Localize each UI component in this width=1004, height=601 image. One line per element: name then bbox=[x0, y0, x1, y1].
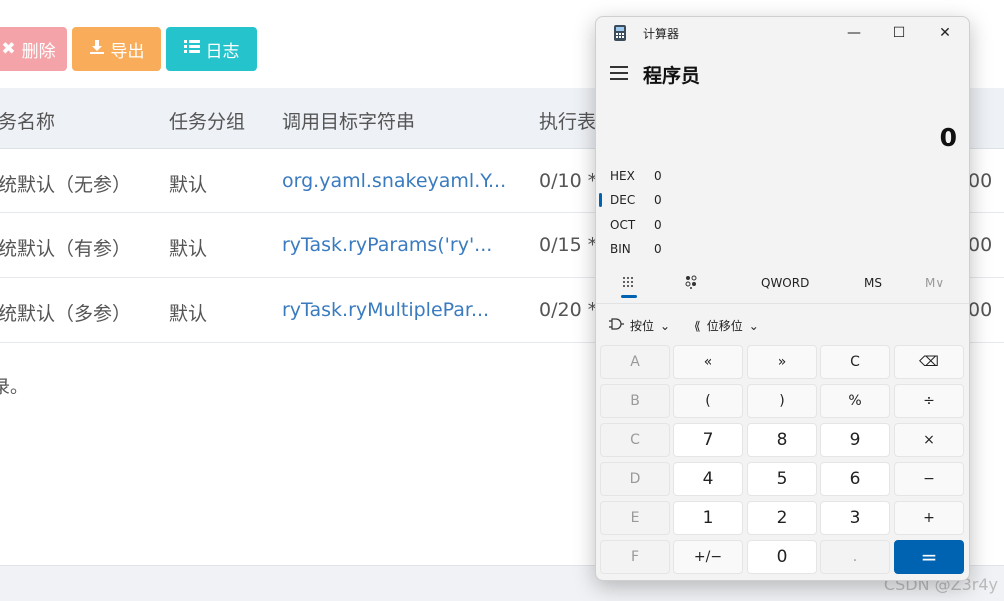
chevron-down-icon: ⌄ bbox=[660, 318, 671, 333]
bitshift-dropdown[interactable]: ⟪ 位移位 ⌄ bbox=[694, 317, 759, 334]
download-icon bbox=[89, 39, 105, 60]
percent-button[interactable]: % bbox=[820, 384, 890, 418]
row3-group: 默认 bbox=[169, 303, 208, 325]
digit-3-button[interactable]: 3 bbox=[820, 501, 890, 535]
equals-button[interactable]: = bbox=[894, 540, 964, 574]
close-paren-button[interactable]: ) bbox=[747, 384, 817, 418]
keypad-icon bbox=[622, 276, 634, 291]
export-button[interactable]: 导出 bbox=[72, 27, 161, 71]
log-label: 日志 bbox=[205, 41, 240, 62]
hex-c-button[interactable]: C bbox=[600, 423, 670, 457]
digit-8-button[interactable]: 8 bbox=[747, 423, 817, 457]
mode-title: 程序员 bbox=[643, 65, 701, 87]
multiply-button[interactable]: × bbox=[894, 423, 964, 457]
row2-group: 默认 bbox=[169, 238, 208, 260]
app-title: 计算器 bbox=[643, 27, 680, 41]
log-button[interactable]: 日志 bbox=[166, 27, 257, 71]
clear-button[interactable]: C bbox=[820, 345, 890, 379]
menu-icon[interactable] bbox=[610, 66, 628, 80]
bit-toggle-tab[interactable] bbox=[685, 271, 697, 295]
result-display: 0 bbox=[939, 123, 957, 152]
delete-label: 删除 bbox=[21, 41, 56, 62]
negate-button[interactable]: +/− bbox=[673, 540, 743, 574]
row3-target-link[interactable]: ryTask.ryMultiplePar... bbox=[282, 299, 489, 321]
row3-tail: 00 bbox=[968, 299, 993, 321]
digit-9-button[interactable]: 9 bbox=[820, 423, 890, 457]
bit-toggle-icon bbox=[685, 275, 697, 292]
chevron-down-icon: ⌄ bbox=[748, 318, 759, 333]
decimal-button[interactable]: . bbox=[820, 540, 890, 574]
digit-4-button[interactable]: 4 bbox=[673, 462, 743, 496]
row1-target-link[interactable]: org.yaml.snakeyaml.Y... bbox=[282, 170, 506, 192]
row1-tail: 00 bbox=[968, 170, 993, 192]
selected-base-indicator bbox=[599, 193, 602, 207]
hex-a-button[interactable]: A bbox=[600, 345, 670, 379]
shift-left-button[interactable]: « bbox=[673, 345, 743, 379]
row3-cron: 0/20 * bbox=[539, 299, 598, 321]
export-label: 导出 bbox=[110, 41, 145, 62]
digit-7-button[interactable]: 7 bbox=[673, 423, 743, 457]
logic-gate-icon bbox=[608, 318, 624, 333]
close-icon: ✖ bbox=[1, 39, 16, 59]
bitshift-icon: ⟪ bbox=[694, 318, 701, 333]
title-bar[interactable]: 计算器 — ☐ ✕ bbox=[596, 17, 969, 49]
calculator-icon bbox=[614, 25, 626, 41]
header-task-name[interactable]: 务名称 bbox=[0, 107, 55, 134]
header-invoke-target[interactable]: 调用目标字符串 bbox=[282, 107, 415, 134]
memory-store-button[interactable]: MS bbox=[864, 271, 882, 295]
divide-button[interactable]: ÷ bbox=[894, 384, 964, 418]
hex-b-button[interactable]: B bbox=[600, 384, 670, 418]
full-keypad-tab[interactable] bbox=[622, 271, 634, 295]
base-oct[interactable]: OCT bbox=[610, 218, 635, 232]
base-bin[interactable]: BIN bbox=[610, 242, 631, 256]
bitwise-label: 按位 bbox=[630, 319, 655, 333]
row1-group: 默认 bbox=[169, 174, 208, 196]
divider bbox=[596, 303, 969, 304]
maximize-button[interactable]: ☐ bbox=[888, 23, 910, 43]
digit-6-button[interactable]: 6 bbox=[820, 462, 890, 496]
hex-f-button[interactable]: F bbox=[600, 540, 670, 574]
base-dec[interactable]: DEC bbox=[610, 193, 635, 207]
digit-2-button[interactable]: 2 bbox=[747, 501, 817, 535]
list-icon bbox=[183, 39, 200, 59]
word-size-button[interactable]: QWORD bbox=[761, 271, 809, 295]
add-button[interactable]: + bbox=[894, 501, 964, 535]
memory-menu-button[interactable]: M∨ bbox=[925, 271, 944, 295]
base-bin-value: 0 bbox=[654, 242, 662, 256]
hex-e-button[interactable]: E bbox=[600, 501, 670, 535]
row2-cron: 0/15 * bbox=[539, 234, 598, 256]
row3-name: 统默认（多参） bbox=[0, 303, 132, 325]
records-note: 录。 bbox=[0, 377, 28, 398]
minimize-icon: — bbox=[847, 25, 861, 41]
row2-name: 统默认（有参） bbox=[0, 238, 132, 260]
open-paren-button[interactable]: ( bbox=[673, 384, 743, 418]
base-dec-value: 0 bbox=[654, 193, 662, 207]
subtract-button[interactable]: − bbox=[894, 462, 964, 496]
base-hex[interactable]: HEX bbox=[610, 169, 635, 183]
bitshift-label: 位移位 bbox=[706, 319, 743, 333]
header-cron-expression[interactable]: 执行表 bbox=[539, 107, 596, 134]
hex-d-button[interactable]: D bbox=[600, 462, 670, 496]
maximize-icon: ☐ bbox=[892, 25, 906, 41]
row1-cron: 0/10 * bbox=[539, 170, 598, 192]
base-oct-value: 0 bbox=[654, 218, 662, 232]
digit-5-button[interactable]: 5 bbox=[747, 462, 817, 496]
base-hex-value: 0 bbox=[654, 169, 662, 183]
close-icon: ✕ bbox=[939, 25, 951, 41]
shift-right-button[interactable]: » bbox=[747, 345, 817, 379]
digit-1-button[interactable]: 1 bbox=[673, 501, 743, 535]
bitwise-dropdown[interactable]: 按位 ⌄ bbox=[608, 317, 670, 334]
delete-button[interactable]: ✖ 删除 bbox=[0, 27, 67, 71]
close-button[interactable]: ✕ bbox=[934, 23, 956, 43]
row2-target-link[interactable]: ryTask.ryParams('ry'... bbox=[282, 234, 492, 256]
digit-0-button[interactable]: 0 bbox=[747, 540, 817, 574]
minimize-button[interactable]: — bbox=[843, 23, 865, 43]
row2-tail: 00 bbox=[968, 234, 993, 256]
calculator-window[interactable]: 计算器 — ☐ ✕ 程序员 0 HEX 0 DEC 0 OCT 0 BIN 0 … bbox=[595, 16, 970, 581]
active-tab-indicator bbox=[621, 295, 637, 298]
header-task-group[interactable]: 任务分组 bbox=[169, 107, 245, 134]
row1-name: 统默认（无参） bbox=[0, 174, 132, 196]
backspace-button[interactable]: ⌫ bbox=[894, 345, 964, 379]
